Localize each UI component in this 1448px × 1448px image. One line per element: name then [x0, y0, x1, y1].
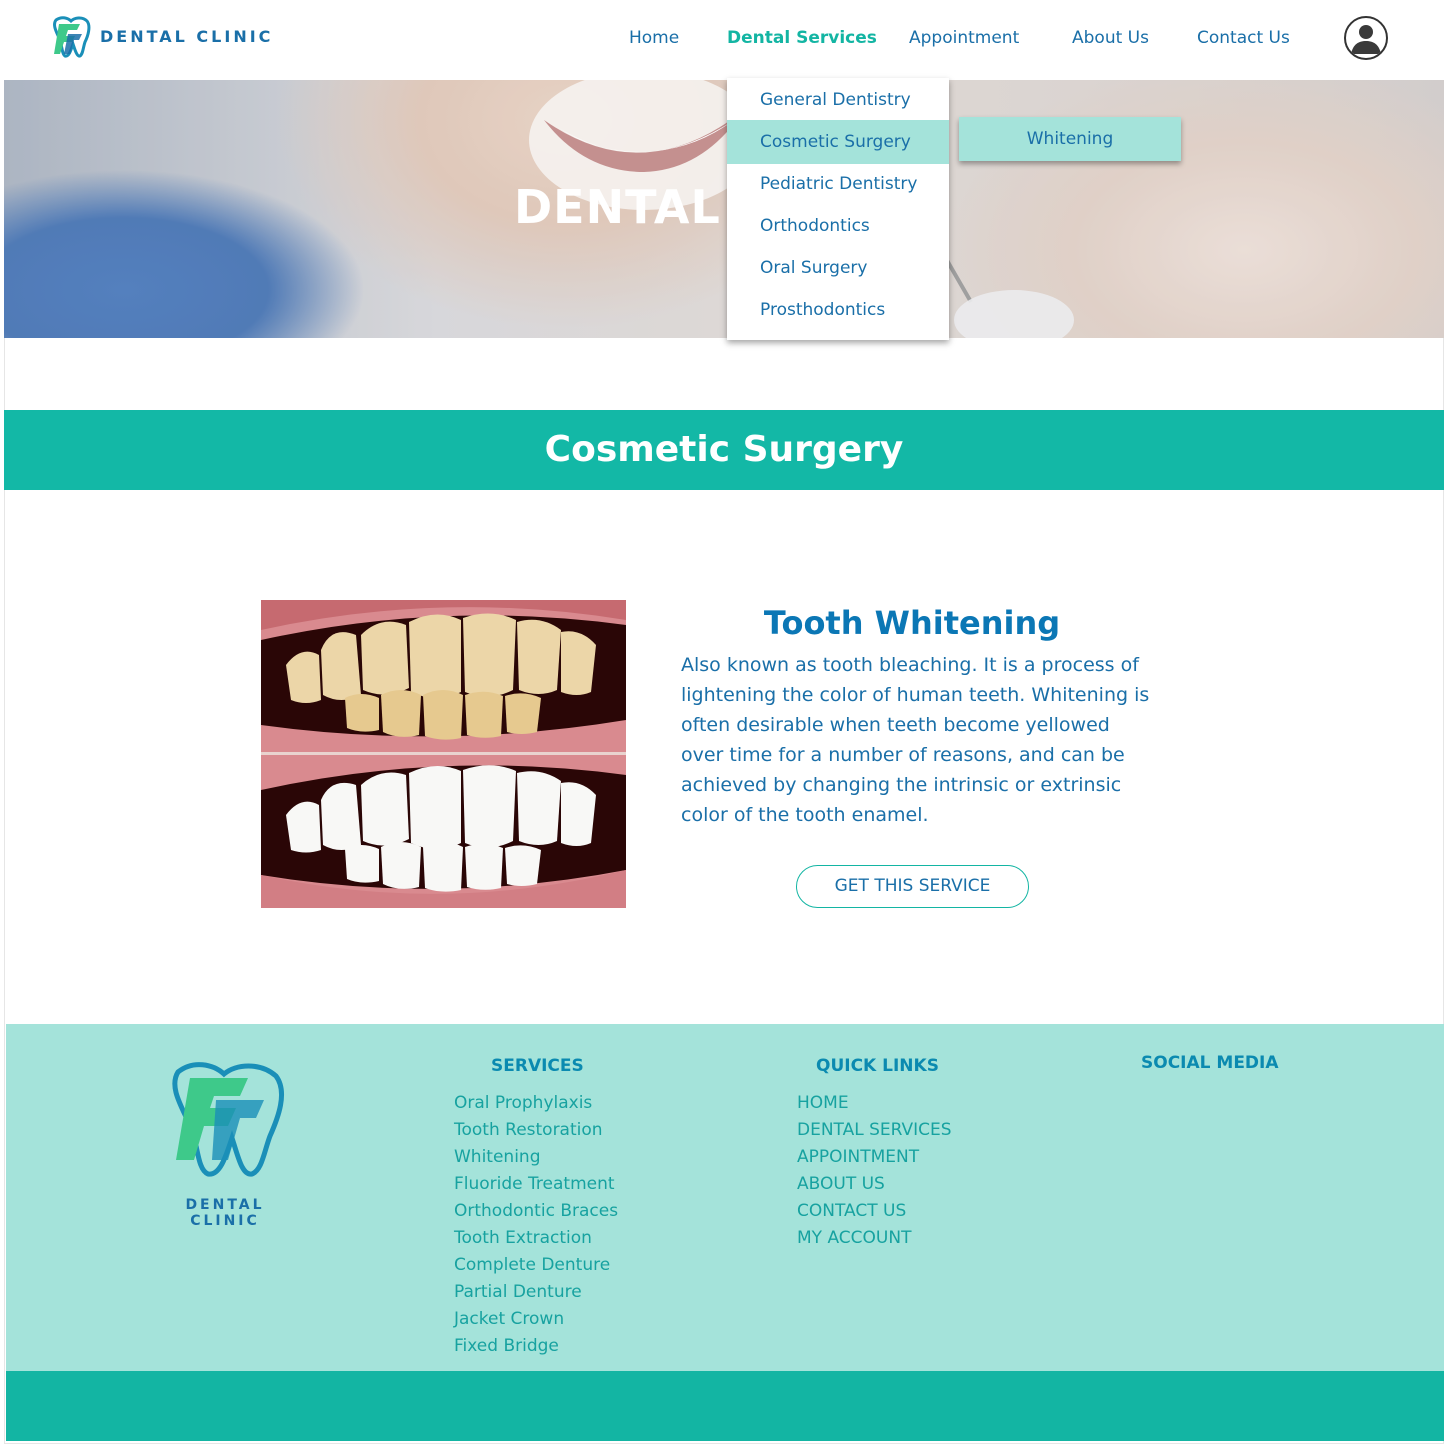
- service-description: Also known as tooth bleaching. It is a p…: [681, 654, 1150, 826]
- nav-dental-services[interactable]: Dental Services: [727, 28, 877, 48]
- footer-quick-link-my-account[interactable]: MY ACCOUNT: [797, 1225, 952, 1252]
- footer-service-link[interactable]: Complete Denture: [454, 1252, 618, 1279]
- get-this-service-button[interactable]: GET THIS SERVICE: [796, 865, 1029, 908]
- footer-service-link[interactable]: Oral Prophylaxis: [454, 1090, 618, 1117]
- footer-service-link[interactable]: Tooth Extraction: [454, 1225, 618, 1252]
- footer-quick-link-about-us[interactable]: ABOUT US: [797, 1171, 952, 1198]
- header: DENTAL CLINIC Home Dental Services Appoi…: [4, 0, 1444, 80]
- footer-quick-link-appointment[interactable]: APPOINTMENT: [797, 1144, 952, 1171]
- footer-service-link[interactable]: Orthodontic Braces: [454, 1198, 618, 1225]
- nav-about-us[interactable]: About Us: [1072, 28, 1149, 48]
- nav-home[interactable]: Home: [629, 28, 679, 48]
- dropdown-item-prosthodontics[interactable]: Prosthodontics: [727, 288, 949, 332]
- nav-contact-us[interactable]: Contact Us: [1197, 28, 1290, 48]
- footer-quick-link-dental-services[interactable]: DENTAL SERVICES: [797, 1117, 952, 1144]
- teeth-after-photo: [261, 755, 626, 908]
- teeth-before-photo: [261, 600, 626, 753]
- footer-service-link[interactable]: Fixed Bridge: [454, 1333, 618, 1360]
- footer-quick-links-list: HOME DENTAL SERVICES APPOINTMENT ABOUT U…: [797, 1090, 952, 1252]
- service-title: Tooth Whitening: [763, 604, 1061, 642]
- footer-quick-link-home[interactable]: HOME: [797, 1090, 952, 1117]
- section-title: Cosmetic Surgery: [544, 429, 904, 470]
- dental-services-dropdown: General Dentistry Cosmetic Surgery Pedia…: [727, 78, 949, 340]
- footer-quick-link-contact-us[interactable]: CONTACT US: [797, 1198, 952, 1225]
- section-banner: Cosmetic Surgery: [4, 410, 1444, 490]
- footer-tooth-logo-icon: [172, 1062, 285, 1177]
- footer-service-link[interactable]: Partial Denture: [454, 1279, 618, 1306]
- footer-service-link[interactable]: Jacket Crown: [454, 1306, 618, 1333]
- footer-quick-links-heading: QUICK LINKS: [816, 1056, 939, 1076]
- footer-social-media-heading: SOCIAL MEDIA: [1141, 1053, 1279, 1073]
- footer-service-link[interactable]: Whitening: [454, 1144, 618, 1171]
- footer-service-link[interactable]: Fluoride Treatment: [454, 1171, 618, 1198]
- dropdown-item-pediatric-dentistry[interactable]: Pediatric Dentistry: [727, 162, 949, 206]
- dropdown-item-cosmetic-surgery[interactable]: Cosmetic Surgery: [727, 120, 949, 164]
- footer-services-heading: SERVICES: [491, 1056, 584, 1076]
- main-nav: Home Dental Services Appointment About U…: [4, 28, 1444, 52]
- footer-services-list: Oral Prophylaxis Tooth Restoration White…: [454, 1090, 618, 1360]
- dropdown-item-orthodontics[interactable]: Orthodontics: [727, 204, 949, 248]
- footer-service-link[interactable]: Tooth Restoration: [454, 1117, 618, 1144]
- tooth-whitening-image: [261, 600, 626, 908]
- footer-brand-name: DENTAL CLINIC: [185, 1197, 265, 1229]
- user-avatar-icon[interactable]: [1344, 16, 1388, 60]
- hero-banner: DENTAL S: [4, 80, 1444, 338]
- submenu-item-whitening[interactable]: Whitening: [959, 117, 1181, 161]
- dropdown-item-general-dentistry[interactable]: General Dentistry: [727, 78, 949, 122]
- footer-bottom-bar: [6, 1371, 1444, 1441]
- nav-appointment[interactable]: Appointment: [909, 28, 1019, 48]
- dropdown-item-oral-surgery[interactable]: Oral Surgery: [727, 246, 949, 290]
